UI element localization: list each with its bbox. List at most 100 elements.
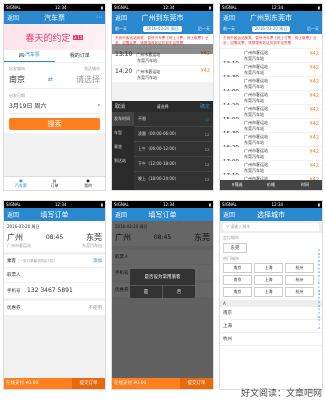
add-passenger-button[interactable]: 添加	[93, 258, 102, 264]
coupon-row[interactable]: 优惠券 不使用	[4, 301, 105, 315]
nav-bar: 返回 汽车票 ⋯	[4, 11, 105, 24]
status-bar: SIGNAL 12:34 ▮	[4, 4, 105, 11]
bottom-filter-bar: ⚲筛选 价格 时间	[220, 180, 322, 190]
next-day-button[interactable]: 后一天	[198, 26, 210, 32]
index-letter[interactable]: Z	[317, 326, 321, 331]
tabs: 🚌汽车票 我的订单	[4, 50, 105, 62]
city-list-item[interactable]: 杭州	[220, 333, 322, 346]
trip-row[interactable]: 13:30广州市客运站东莞汽车站¥42	[220, 63, 322, 81]
checkbox-icon: ☐	[205, 176, 209, 182]
phone-screen-bus-home: SIGNAL 12:34 ▮ 返回 汽车票 ⋯ 春天的约定 3.15 🚌汽车票 我的订单…	[3, 3, 106, 191]
phone-screen-trip-list: SIGNAL 12:34 ▮ 返回 广州到东莞市 前一天 2016-03-20 周日 …	[219, 3, 323, 191]
time-sort-button[interactable]: 时间	[288, 182, 322, 188]
dialog-no-button[interactable]: 否	[163, 286, 195, 298]
trip-row[interactable]: 14:00广州市客运站东莞汽车站¥42	[220, 77, 322, 95]
confirm-dialog: 是否设为常用旅客 是 否	[130, 269, 195, 298]
checkbox-icon: ☑	[205, 116, 209, 122]
nav-mine[interactable]: ● 我的	[71, 178, 105, 189]
phone-screen-order: SIGNAL 12:34 ▮ 返回 填写订单 2016-03-20 周日 广州 08:…	[3, 200, 106, 390]
filter-option[interactable]: 下午（12:00-18:00） ☐	[134, 157, 213, 172]
hot-city-button[interactable]: 上海	[254, 287, 283, 297]
banner-badge: 3.15	[72, 34, 84, 40]
phone-screen-city-select: SIGNAL 12:34 ▮ 返回 选择城市 ⚲ 请输入城市 定位城市 东莞 热门城市…	[219, 200, 323, 390]
phone-field[interactable]: 132 3467 5891	[27, 287, 73, 294]
passenger-section: 乘客（一张订单最多购买5张） 添加	[4, 255, 105, 267]
located-city[interactable]: 东莞	[223, 243, 247, 253]
promo-banner[interactable]: 春天的约定 3.15	[4, 24, 105, 50]
date-bar: 前一天 2016-03-20 周日 后一天	[112, 24, 213, 34]
date-display[interactable]: 2016-03-20 周日	[143, 26, 182, 32]
date-picker[interactable]: 3月19日 周六 ›	[9, 101, 100, 114]
search-form: 出发城市 到达城市 南京 ⇄ 请选择 出发日期 3月19日 周六 › 搜索	[4, 63, 105, 133]
trip-row[interactable]: 17:10广州市客运站东莞汽车站¥42	[220, 161, 322, 179]
filter-sheet: 取消 请选择 确定 发车时间 车型 乘坐 到达站 不限 ☑ 凌晨（00:00-06…	[112, 101, 213, 190]
filter-option[interactable]: 凌晨（00:00-06:00） ☐	[134, 127, 213, 142]
hot-city-button[interactable]: 南京	[223, 275, 252, 285]
hot-city-button[interactable]: 杭州	[285, 275, 314, 285]
hot-city-button[interactable]: 上海	[254, 263, 283, 273]
filter-button[interactable]: ⚲筛选	[220, 182, 254, 188]
submit-order-button[interactable]: 提交订单	[72, 378, 105, 389]
filter-option[interactable]: 不限 ☑	[134, 112, 213, 127]
trip-row[interactable]: 15:00广州市客运站东莞汽车站¥42	[220, 105, 322, 123]
checkbox-icon: ☐	[205, 146, 209, 152]
hot-city-button[interactable]: 上海	[254, 275, 283, 285]
phone-screen-filter: SIGNAL 12:34 ▮ 返回 广州到东莞市 前一天 2016-03-20 周日 …	[111, 3, 214, 191]
trip-row[interactable]: 16:20广州市客运站东莞汽车站¥42	[220, 133, 322, 151]
filter-category[interactable]: 发车时间	[112, 112, 134, 126]
filter-category[interactable]: 到达站	[112, 154, 134, 168]
date-bar: 前一天 2016-03-20 周日 后一天	[220, 24, 322, 34]
hot-city-button[interactable]: 南京	[223, 287, 252, 297]
tab-bus[interactable]: 🚌汽车票	[4, 50, 55, 62]
hot-city-button[interactable]: 南京	[223, 263, 252, 273]
checkbox-icon: ☐	[205, 161, 209, 167]
next-day-button[interactable]: 后一天	[307, 26, 319, 32]
filter-category[interactable]: 车型	[112, 126, 134, 140]
nav-bus[interactable]: ▣ 汽车票	[4, 178, 38, 189]
trip-row[interactable]: 14:20广州市客运站东莞汽车站¥42	[220, 91, 322, 109]
chevron-right-icon: ›	[97, 102, 100, 109]
confirm-button[interactable]: 确定	[200, 103, 210, 110]
filter-category[interactable]: 乘坐	[112, 140, 134, 154]
city-list: 南京 上海 杭州	[220, 307, 322, 346]
bottom-nav: ▣ 汽车票 ▤ 订单 ● 我的	[4, 176, 105, 190]
pay-bar: 在线支付 ¥0.00 提交订单	[4, 378, 105, 389]
dialog-yes-button[interactable]: 是	[130, 286, 163, 298]
tab-my-orders[interactable]: 我的订单	[55, 51, 106, 62]
hot-city-grid: 南京 上海 杭州 南京 上海 杭州 南京 上海 杭州	[220, 263, 322, 297]
prev-day-button[interactable]: 前一天	[115, 26, 127, 32]
taker-row[interactable]: 取票人	[4, 268, 105, 282]
to-city[interactable]: 请选择	[76, 74, 100, 85]
watermark: 好文阅读：文章吧网	[240, 389, 322, 399]
trip-summary: 2016-03-20 周日 广州 08:45 东莞 广州市客运站 东莞汽车站	[4, 221, 105, 252]
battery-icon: ▮	[100, 5, 103, 10]
search-icon: ⚲	[226, 224, 231, 229]
overlay	[112, 44, 213, 54]
city-list-item[interactable]: 上海	[220, 320, 322, 333]
filter-option[interactable]: 晚上（18:00-24:00） ☐	[134, 172, 213, 186]
notice-text: 东莞市客运站换乘，暂停汽车票【网上订票，网上取票】业务，如需买票，请携带有效证件…	[220, 34, 322, 48]
trip-row[interactable]: 17:00广州市客运站东莞汽车站¥42	[220, 147, 322, 165]
from-city[interactable]: 南京	[9, 74, 25, 85]
search-button[interactable]: 搜索	[9, 118, 100, 130]
trip-row[interactable]: 13:10广州市客运站东莞汽车站¥42	[220, 49, 322, 67]
city-search-input[interactable]: ⚲ 请输入城市	[223, 223, 319, 231]
trip-row[interactable]: 15:30广州市客运站东莞汽车站¥42	[220, 119, 322, 137]
modal-overlay	[112, 221, 213, 389]
banner-title: 春天的约定	[25, 33, 71, 44]
alphabet-index: ABCDEFGHJKLMNPQRSTWXYZ	[317, 248, 321, 331]
checkbox-icon: ☐	[205, 131, 209, 137]
prev-day-button[interactable]: 前一天	[223, 26, 235, 32]
trip-row[interactable]: 14:20 广州市客运站 ¥42 东莞汽车站	[112, 66, 213, 82]
phone-row: 手机号 132 3467 5891	[4, 283, 105, 298]
hot-city-button[interactable]: 杭州	[285, 263, 314, 273]
city-list-item[interactable]: 南京	[220, 307, 322, 320]
date-display[interactable]: 2016-03-20 周日	[251, 26, 291, 32]
filter-option[interactable]: 上午（06:00-12:00） ☐	[134, 142, 213, 157]
hot-city-button[interactable]: 杭州	[285, 287, 314, 297]
swap-icon[interactable]: ⇄	[48, 76, 53, 83]
nav-orders[interactable]: ▤ 订单	[38, 178, 72, 189]
price-sort-button[interactable]: 价格	[254, 182, 288, 188]
page-title: 汽车票	[44, 13, 65, 22]
cancel-button[interactable]: 取消	[115, 103, 125, 110]
